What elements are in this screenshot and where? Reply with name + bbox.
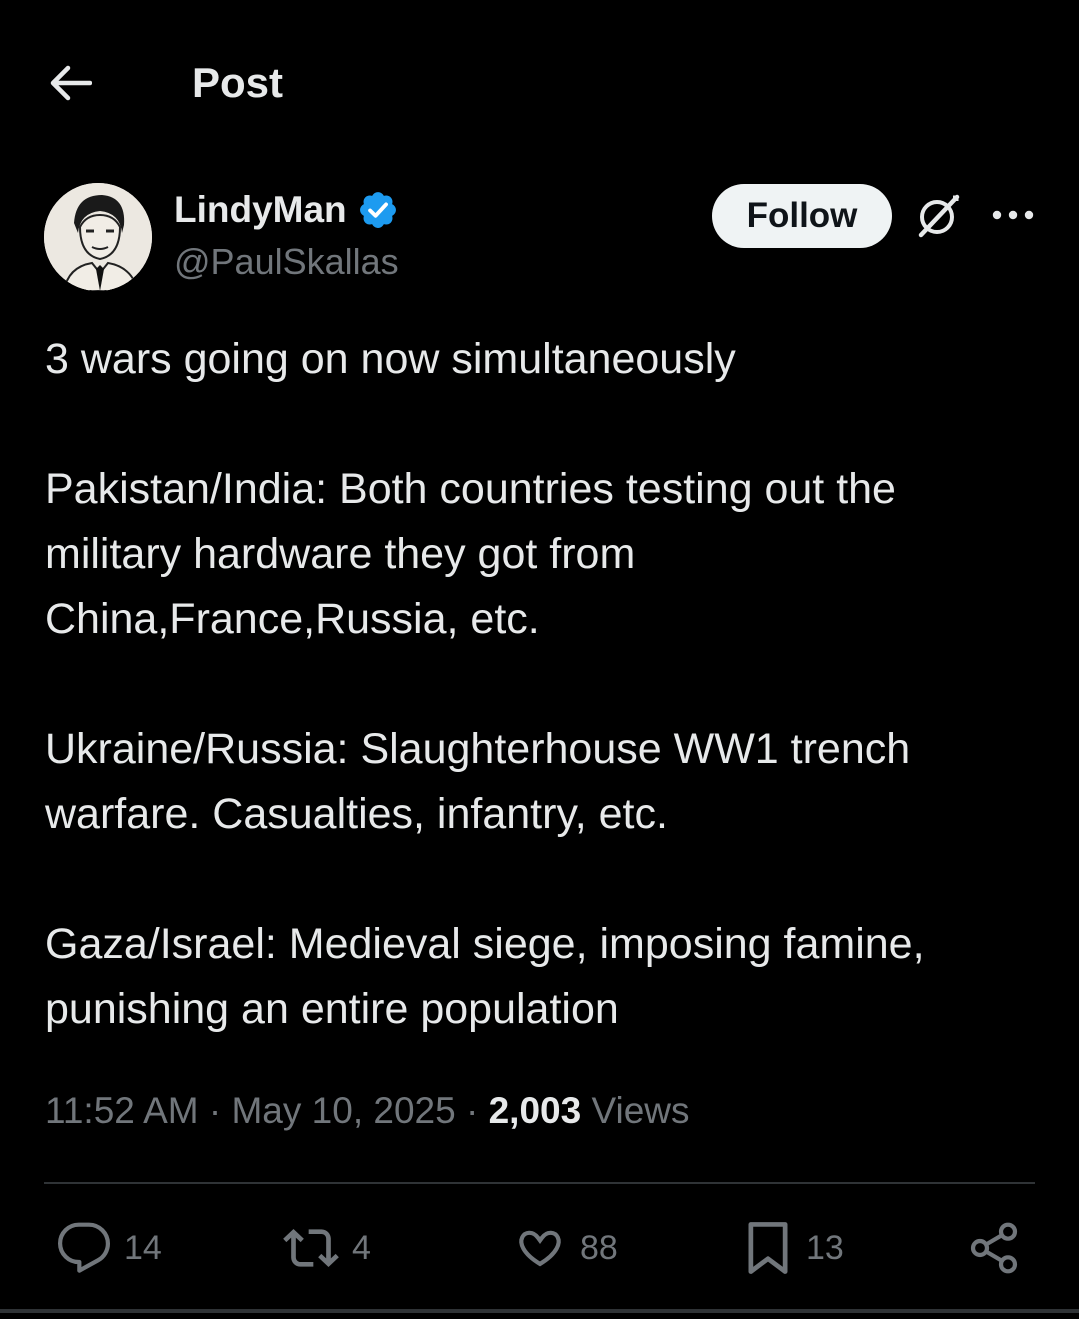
share-icon (970, 1222, 1018, 1274)
post-line: warfare. Casualties, infantry, etc. (45, 790, 668, 838)
post-line: 3 wars going on now simultaneously (45, 335, 736, 383)
post-line: military hardware they got from (45, 530, 636, 578)
meta-separator: · (208, 1090, 222, 1131)
post-line: Gaza/Israel: Medieval siege, imposing fa… (45, 920, 925, 968)
top-app-bar: Post (0, 0, 1079, 168)
grok-button[interactable] (910, 188, 966, 244)
share-button[interactable] (966, 1210, 1022, 1286)
bookmark-icon (748, 1222, 788, 1274)
reply-count: 14 (124, 1228, 162, 1267)
post-date[interactable]: May 10, 2025 (231, 1090, 455, 1131)
repost-button[interactable]: 4 (282, 1210, 371, 1286)
back-button[interactable] (40, 58, 100, 108)
bookmark-button[interactable]: 13 (742, 1210, 844, 1286)
author-handle[interactable]: @PaulSkallas (174, 240, 399, 284)
repost-icon (283, 1229, 339, 1267)
reply-button[interactable]: 14 (56, 1210, 162, 1286)
post-metadata: 11:52 AM · May 10, 2025 · 2,003 Views (45, 1084, 690, 1138)
post-line: Ukraine/Russia: Slaughterhouse WW1 trenc… (45, 725, 911, 773)
more-icon (992, 210, 1034, 220)
bookmark-count: 13 (806, 1228, 844, 1267)
bottom-divider (0, 1309, 1079, 1313)
post-time[interactable]: 11:52 AM (45, 1090, 199, 1131)
arrow-left-icon (50, 65, 92, 101)
post-line: punishing an entire population (45, 985, 619, 1033)
post-text: 3 wars going on now simultaneously Pakis… (45, 327, 1035, 1042)
like-button[interactable]: 88 (512, 1210, 618, 1286)
reply-icon (57, 1222, 111, 1273)
avatar-illustration (44, 183, 152, 291)
post-author: LindyMan @PaulSkallas Follow (0, 178, 1079, 298)
meta-separator: · (465, 1090, 479, 1131)
divider (44, 1182, 1035, 1184)
views-label: Views (591, 1090, 690, 1131)
verified-badge-icon (357, 189, 399, 231)
post-line: China,France,Russia, etc. (45, 595, 540, 643)
display-name: LindyMan (174, 189, 347, 230)
repost-count: 4 (352, 1228, 371, 1267)
post-line: Pakistan/India: Both countries testing o… (45, 465, 896, 513)
heart-icon (519, 1230, 561, 1267)
views-count: 2,003 (488, 1090, 582, 1131)
grok-icon (918, 194, 960, 238)
action-bar: 14 4 88 13 (0, 1210, 1079, 1290)
like-count: 88 (580, 1228, 618, 1267)
more-button[interactable] (985, 190, 1041, 240)
page-title: Post (192, 59, 284, 106)
author-name-link[interactable]: LindyMan (174, 188, 399, 232)
follow-button[interactable]: Follow (712, 184, 892, 248)
avatar[interactable] (44, 183, 152, 291)
